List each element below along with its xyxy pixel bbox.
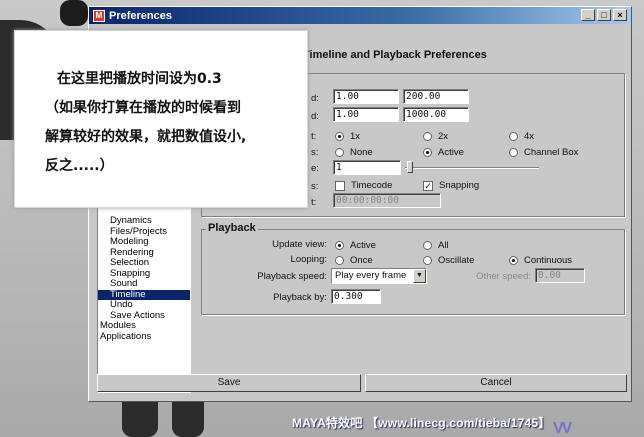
- minimize-icon[interactable]: _: [581, 9, 595, 21]
- cancel-button[interactable]: Cancel: [365, 374, 627, 392]
- radio-dot-icon: [335, 256, 344, 265]
- save-button[interactable]: Save: [97, 374, 361, 392]
- category-item-sound[interactable]: Sound: [98, 278, 190, 290]
- looping-radio-oscillate[interactable]: Oscillate: [423, 255, 474, 266]
- playback-speed-label: Playback speed:: [257, 271, 327, 282]
- playback-group-title: Playback: [206, 222, 258, 234]
- category-item-modules[interactable]: Modules: [98, 320, 190, 332]
- update-view-label: Update view:: [272, 239, 327, 250]
- callout-line-1: 在这里把播放时间设为0.3: [57, 71, 222, 87]
- other-speed-field: 0.00: [535, 268, 585, 283]
- checkmark-icon: ✓: [423, 180, 433, 191]
- options-label: s:: [311, 180, 319, 192]
- window-controls: _ □ ×: [581, 9, 627, 21]
- key-ticks-label: s:: [311, 146, 319, 158]
- radio-dot-icon: [335, 132, 344, 141]
- radio-dot-icon: [509, 256, 518, 265]
- category-item-applications[interactable]: Applications: [98, 331, 190, 343]
- key-ticks-radio-active[interactable]: Active: [423, 147, 464, 158]
- other-speed-label: Other speed:: [476, 271, 531, 282]
- key-tick-size-slider-track[interactable]: [405, 167, 539, 169]
- callout-line-3: 解算较好的效果，就把数值设小,: [45, 129, 247, 145]
- pane-title: Timeline and Playback Preferences: [303, 49, 487, 61]
- character-body-shape: [60, 0, 88, 26]
- close-icon[interactable]: ×: [613, 9, 627, 21]
- category-item-dynamics[interactable]: Dynamics: [98, 215, 190, 227]
- radio-dot-icon: [335, 148, 344, 157]
- category-item-selection[interactable]: Selection: [98, 257, 190, 269]
- playback-range-label: d:: [311, 92, 319, 104]
- window-title: Preferences: [109, 9, 172, 22]
- update-view-radio-all[interactable]: All: [423, 240, 449, 251]
- radio-dot-icon: [509, 132, 518, 141]
- annotation-callout: 在这里把播放时间设为0.3 （如果你打算在播放的时候看到 解算较好的效果，就把数…: [14, 30, 308, 208]
- key-tick-size-field[interactable]: 1: [333, 160, 401, 175]
- animation-start-field[interactable]: 1.00: [333, 107, 399, 122]
- chevron-down-icon[interactable]: ▼: [413, 269, 426, 283]
- playback-by-field[interactable]: 0.300: [331, 289, 381, 304]
- radio-dot-icon: [423, 148, 432, 157]
- checkbox-icon: [335, 180, 345, 191]
- height-radio-1x[interactable]: 1x: [335, 131, 360, 142]
- looping-label: Looping:: [290, 254, 327, 265]
- timecode-offset-label: t:: [311, 196, 317, 208]
- watermark-text: MAYA特效吧 【www.linecg.com/tieba/1745】: [292, 416, 551, 430]
- animation-end-field[interactable]: 1000.00: [403, 107, 469, 122]
- looping-radio-continuous[interactable]: Continuous: [509, 255, 572, 266]
- playback-end-field[interactable]: 200.00: [403, 89, 469, 104]
- watermark-logo-icon: VV: [553, 420, 572, 437]
- playback-start-field[interactable]: 1.00: [333, 89, 399, 104]
- height-radio-2x[interactable]: 2x: [423, 131, 448, 142]
- radio-dot-icon: [509, 148, 518, 157]
- key-tick-size-label: e:: [311, 162, 319, 174]
- playback-speed-dropdown[interactable]: Play every frame ▼: [331, 268, 427, 284]
- radio-dot-icon: [423, 241, 432, 250]
- radio-dot-icon: [423, 132, 432, 141]
- update-view-radio-active[interactable]: Active: [335, 240, 376, 251]
- maya-app-icon: M: [93, 9, 105, 22]
- playback-by-label: Playback by:: [273, 292, 327, 303]
- radio-dot-icon: [335, 241, 344, 250]
- callout-line-2: （如果你打算在播放的时候看到: [45, 100, 241, 116]
- window-titlebar[interactable]: M Preferences _ □ ×: [89, 7, 631, 24]
- category-item-modeling[interactable]: Modeling: [98, 236, 190, 248]
- key-ticks-radio-channel-box[interactable]: Channel Box: [509, 147, 578, 158]
- height-radio-4x[interactable]: 4x: [509, 131, 534, 142]
- radio-dot-icon: [423, 256, 432, 265]
- timecode-checkbox[interactable]: Timecode: [335, 180, 392, 191]
- key-ticks-radio-none[interactable]: None: [335, 147, 373, 158]
- height-label: t:: [311, 130, 317, 142]
- maximize-icon[interactable]: □: [597, 9, 611, 21]
- looping-radio-once[interactable]: Once: [335, 255, 373, 266]
- timecode-offset-field: 00:00:00:00: [333, 193, 441, 208]
- callout-line-4: 反之.....）: [45, 158, 114, 174]
- key-tick-size-slider-handle[interactable]: [407, 161, 413, 173]
- snapping-checkbox[interactable]: ✓ Snapping: [423, 180, 479, 191]
- category-item-undo[interactable]: Undo: [98, 299, 190, 311]
- animation-range-label: d:: [311, 110, 319, 122]
